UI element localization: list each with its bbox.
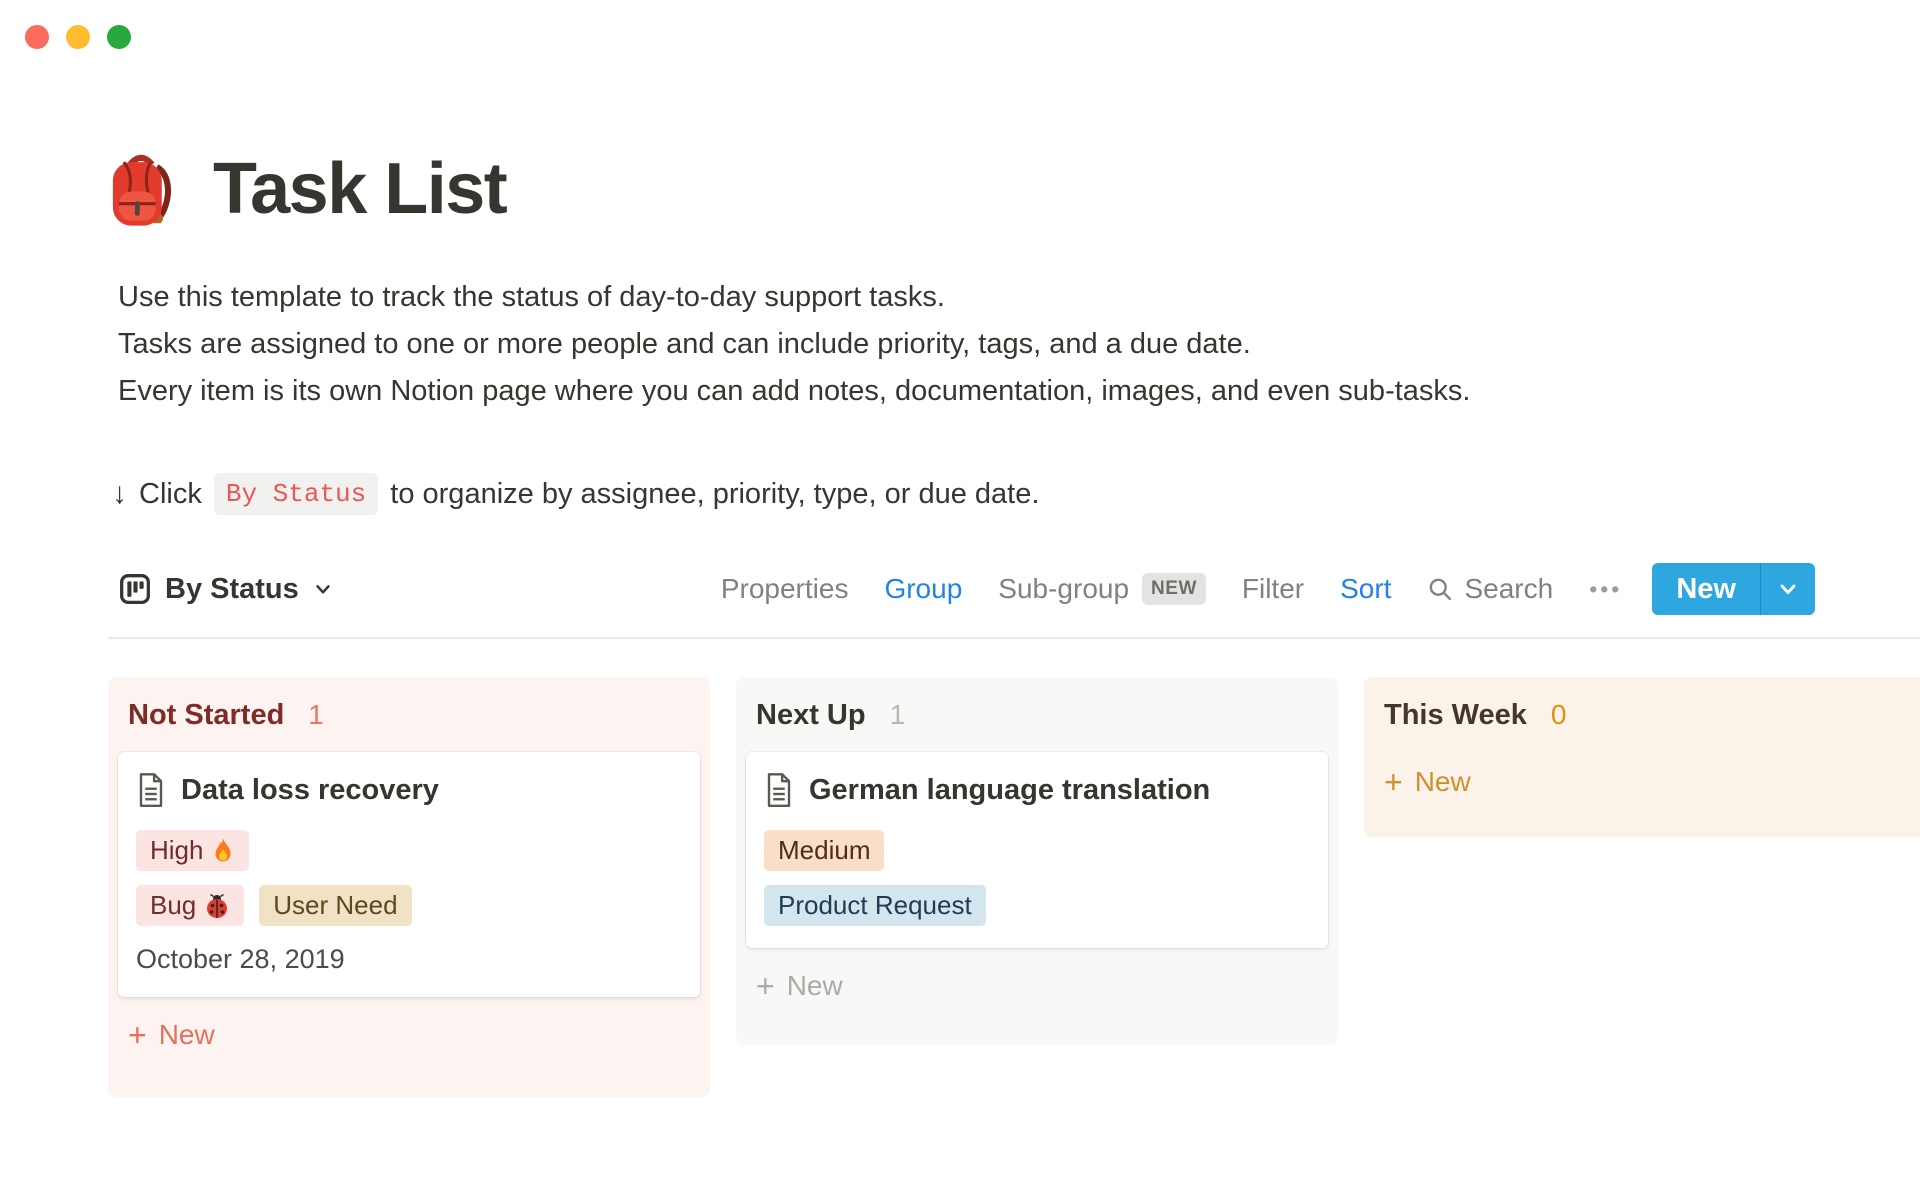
view-selector-label: By Status <box>165 573 299 606</box>
board-view-icon <box>118 572 152 606</box>
instruction-line: ↓ Click By Status to organize by assigne… <box>112 473 1920 515</box>
page-title-row: Task List <box>95 140 1920 238</box>
card-due-date: October 28, 2019 <box>136 944 682 975</box>
search-button[interactable]: Search <box>1427 573 1553 605</box>
search-label: Search <box>1464 573 1553 605</box>
page-document-icon <box>136 772 166 808</box>
group-button[interactable]: Group <box>884 573 962 605</box>
page-description: Use this template to track the status of… <box>118 274 1920 415</box>
plus-icon: + <box>1384 766 1403 798</box>
view-toolbar: By Status Properties Group Sub-group NEW… <box>118 563 1815 615</box>
down-arrow-icon: ↓ <box>112 477 127 511</box>
card-title: German language translation <box>809 774 1210 807</box>
search-icon <box>1427 576 1454 603</box>
properties-button[interactable]: Properties <box>721 573 849 605</box>
column-not-started: Not Started 1 Data loss recovery <box>108 677 710 1097</box>
toolbar-right-group: Properties Group Sub-group NEW Filter So… <box>721 563 1815 615</box>
column-this-week: This Week 0 + New <box>1364 677 1920 837</box>
view-selector-by-status[interactable]: By Status <box>118 572 334 606</box>
card-german-language-translation[interactable]: German language translation Medium Produ… <box>746 752 1328 948</box>
chevron-down-icon <box>312 578 334 600</box>
fire-emoji <box>211 837 235 865</box>
add-new-card-button[interactable]: + New <box>756 970 1338 1002</box>
close-window-button[interactable] <box>25 25 49 49</box>
backpack-emoji[interactable] <box>95 143 187 235</box>
tag-label: Medium <box>778 835 870 866</box>
ladybug-emoji <box>204 893 230 919</box>
instruction-text: Click <box>139 478 202 511</box>
instruction-text: to organize by assignee, priority, type,… <box>390 478 1039 511</box>
tag-medium-priority: Medium <box>764 830 884 871</box>
add-new-label: New <box>1415 766 1471 798</box>
sort-button[interactable]: Sort <box>1340 573 1391 605</box>
column-count: 1 <box>308 699 324 731</box>
tag-label: Bug <box>150 890 196 921</box>
new-entry-button-label[interactable]: New <box>1652 563 1760 615</box>
column-name: This Week <box>1384 699 1527 732</box>
page-title: Task List <box>213 148 506 230</box>
add-new-label: New <box>787 970 843 1002</box>
notion-page: Task List Use this template to track the… <box>0 140 1920 1097</box>
page-document-icon <box>764 772 794 808</box>
column-name: Not Started <box>128 699 284 732</box>
sub-group-label: Sub-group <box>998 573 1129 605</box>
add-new-card-button[interactable]: + New <box>128 1019 710 1051</box>
tag-label: Product Request <box>778 890 972 921</box>
description-line: Every item is its own Notion page where … <box>118 368 1920 415</box>
column-count: 1 <box>890 699 906 731</box>
column-header-not-started[interactable]: Not Started 1 <box>108 693 710 732</box>
sub-group-button[interactable]: Sub-group NEW <box>998 573 1206 605</box>
column-next-up: Next Up 1 German language translatio <box>736 677 1338 1045</box>
new-entry-button[interactable]: New <box>1652 563 1815 615</box>
add-new-label: New <box>159 1019 215 1051</box>
description-line: Tasks are assigned to one or more people… <box>118 321 1920 368</box>
by-status-code-chip: By Status <box>214 473 378 515</box>
toolbar-divider <box>108 637 1920 639</box>
more-options-button[interactable]: ••• <box>1589 576 1622 603</box>
column-name: Next Up <box>756 699 866 732</box>
tag-label: High <box>150 835 203 866</box>
card-data-loss-recovery[interactable]: Data loss recovery High <box>118 752 700 997</box>
column-count: 0 <box>1551 699 1567 731</box>
plus-icon: + <box>756 970 775 1002</box>
maximize-window-button[interactable] <box>107 25 131 49</box>
new-feature-badge: NEW <box>1142 573 1206 605</box>
column-header-this-week[interactable]: This Week 0 <box>1364 693 1920 732</box>
plus-icon: + <box>128 1019 147 1051</box>
filter-button[interactable]: Filter <box>1242 573 1304 605</box>
add-new-card-button[interactable]: + New <box>1384 766 1920 798</box>
tag-label: User Need <box>273 890 397 921</box>
column-header-next-up[interactable]: Next Up 1 <box>736 693 1338 732</box>
minimize-window-button[interactable] <box>66 25 90 49</box>
tag-high-priority: High <box>136 830 249 871</box>
window-controls <box>25 25 131 49</box>
card-title: Data loss recovery <box>181 774 439 807</box>
tag-user-need: User Need <box>259 885 411 926</box>
tag-product-request: Product Request <box>764 885 986 926</box>
new-entry-dropdown-button[interactable] <box>1760 563 1815 615</box>
tag-bug: Bug <box>136 885 244 926</box>
kanban-board: Not Started 1 Data loss recovery <box>108 677 1920 1097</box>
description-line: Use this template to track the status of… <box>118 274 1920 321</box>
